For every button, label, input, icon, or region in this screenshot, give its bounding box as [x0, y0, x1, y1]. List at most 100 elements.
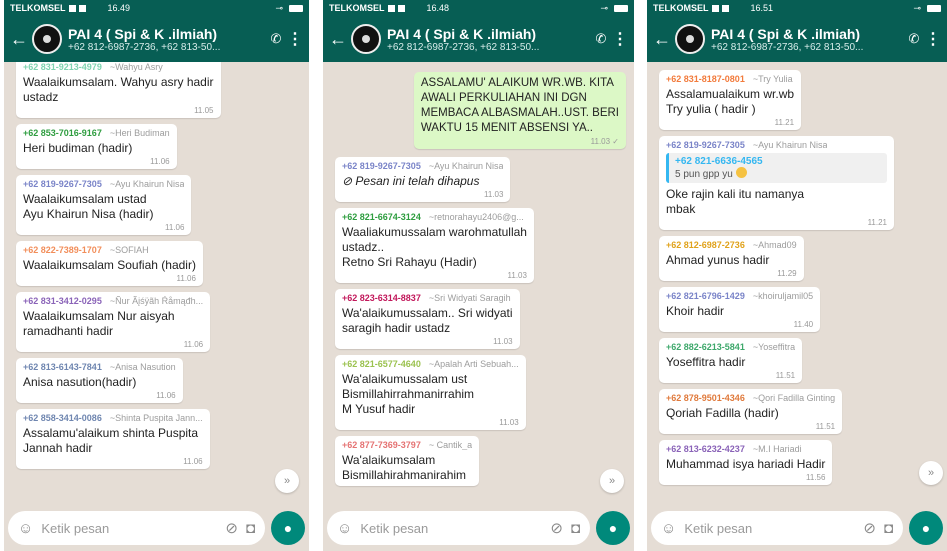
- mic-button[interactable]: ●: [271, 511, 305, 545]
- group-avatar[interactable]: [32, 24, 62, 54]
- more-options-icon[interactable]: ⋮: [925, 29, 941, 49]
- message-bubble[interactable]: +62 878-9501-4346 ~Qori Fadilla Ginting Q…: [659, 389, 843, 434]
- message-list[interactable]: +62 831-9213-4979 ~Wahyu Asry Waalaikumsa…: [4, 62, 309, 505]
- scroll-down-button[interactable]: »: [919, 461, 943, 485]
- clock: 16.48: [426, 3, 450, 13]
- message-text: Waalaikumsalam Soufiah (hadir): [23, 258, 196, 272]
- message-text: Assalamu'alaikum shinta Puspita Jannah h…: [23, 426, 199, 455]
- group-info[interactable]: PAI 4 ( Spi & K .ilmiah) +62 812-6987-27…: [68, 26, 265, 53]
- quoted-sender: +62 821-6636-4565: [675, 156, 763, 167]
- group-info[interactable]: PAI 4 ( Spi & K .ilmiah) +62 812-6987-27…: [387, 26, 590, 53]
- message-time: 11.51: [815, 422, 836, 431]
- add-call-icon[interactable]: ✆: [903, 31, 925, 47]
- emoji-icon[interactable]: ☺: [337, 520, 352, 537]
- message-time: 11.05: [194, 106, 214, 115]
- mic-button[interactable]: ●: [909, 511, 943, 545]
- message-list[interactable]: ASSALAMU' ALAIKUM WR.WB. KITA AWALI PERK…: [323, 62, 634, 505]
- input-placeholder: Ketik pesan: [41, 520, 110, 536]
- camera-icon[interactable]: ◘: [571, 520, 580, 537]
- sender-number: +62 831-8187-0801: [666, 74, 745, 84]
- more-options-icon[interactable]: ⋮: [287, 29, 303, 49]
- more-options-icon[interactable]: ⋮: [612, 29, 628, 49]
- add-call-icon[interactable]: ✆: [265, 31, 287, 47]
- message-bubble[interactable]: +62 812-6987-2736 ~Ahmad09 Ahmad yunus ha…: [659, 236, 804, 281]
- message-bubble[interactable]: +62 853-7016-9167 ~Heri Budiman Heri budi…: [16, 124, 177, 169]
- sender-name: ~Wahyu Asry: [109, 62, 163, 72]
- emoji-icon[interactable]: ☺: [18, 520, 33, 537]
- message-bubble[interactable]: +62 819-9267-7305 ~Ayu Khairun Nisa Waala…: [16, 175, 192, 235]
- message-bubble[interactable]: +62 831-3412-0295 ~Ñur Ãįśÿãh Ŕåmąđh... W…: [16, 292, 211, 352]
- sender-number: +62 831-3412-0295: [23, 296, 102, 306]
- input-placeholder: Ketik pesan: [684, 520, 753, 536]
- message-bubble[interactable]: +62 877-7369-3797 ~ Cantik_a Wa'alaikumsa…: [335, 436, 480, 486]
- attach-icon[interactable]: ⊘: [550, 519, 563, 537]
- message-bubble[interactable]: +62 822-7389-1707 ~SOFIAH Waalaikumsalam …: [16, 241, 203, 286]
- sender-name: ~SOFIAH: [109, 245, 149, 255]
- message-time: 11.03: [484, 190, 504, 199]
- message-text: Qoriah Fadilla (hadir): [666, 406, 779, 420]
- group-avatar[interactable]: [675, 24, 705, 54]
- scroll-down-button[interactable]: »: [275, 469, 299, 493]
- message-bubble[interactable]: +62 821-6577-4640 ~Apalah Arti Sebuah... …: [335, 355, 526, 430]
- message-text: Yoseffitra hadir: [666, 355, 746, 369]
- message-bubble[interactable]: +62 813-6143-7841 ~Anisa Nasution Anisa n…: [16, 358, 183, 403]
- camera-icon[interactable]: ◘: [884, 520, 893, 537]
- message-bubble[interactable]: +62 821-6674-3124 ~retnorahayu2406@g... W…: [335, 208, 534, 283]
- message-time: 11.06: [156, 391, 176, 400]
- sender-name: ~Heri Budiman: [109, 128, 170, 138]
- notification-icon: [387, 4, 395, 12]
- message-input[interactable]: ☺ Ketik pesan ⊘ ◘: [8, 511, 265, 545]
- message-bubble[interactable]: +62 819-9267-7305 ~Ayu Khairun Nisa ⊘ Pes…: [335, 157, 511, 202]
- chat-header: ← PAI 4 ( Spi & K .ilmiah) +62 812-6987-…: [647, 16, 947, 62]
- scroll-down-button[interactable]: »: [600, 469, 624, 493]
- back-arrow-icon[interactable]: ←: [329, 29, 349, 50]
- camera-icon[interactable]: ◘: [246, 520, 255, 537]
- sender-number: +62 819-9267-7305: [342, 161, 421, 171]
- notification-icon: [711, 4, 719, 12]
- group-info[interactable]: PAI 4 ( Spi & K .ilmiah) +62 812-6987-27…: [711, 26, 903, 53]
- message-bubble[interactable]: +62 831-8187-0801 ~Try Yulia Assalamualai…: [659, 70, 802, 130]
- message-time: 11.21: [867, 218, 887, 227]
- message-bubble[interactable]: +62 882-6213-5841 ~Yoseffitra Yoseffitra …: [659, 338, 803, 383]
- add-call-icon[interactable]: ✆: [590, 31, 612, 47]
- message-bubble[interactable]: +62 831-9213-4979 ~Wahyu Asry Waalaikumsa…: [16, 62, 221, 118]
- carrier-label: TELKOMSEL: [329, 3, 385, 13]
- message-text: Oke rajin kali itu namanya mbak: [666, 187, 805, 216]
- message-bubble[interactable]: +62 819-9267-7305 ~Ayu Khairun Nisa +62 8…: [659, 136, 894, 230]
- mic-button[interactable]: ●: [596, 511, 630, 545]
- group-avatar[interactable]: [351, 24, 381, 54]
- sender-name: ~Try Yulia: [752, 74, 793, 84]
- message-bubble[interactable]: +62 858-3414-0086 ~Shinta Puspita Jann...…: [16, 409, 210, 469]
- sender-number: +62 821-6577-4640: [342, 359, 421, 369]
- back-arrow-icon[interactable]: ←: [10, 29, 30, 50]
- message-bubble[interactable]: +62 813-6232-4237 ~M.I Hariadi Muhammad i…: [659, 440, 833, 485]
- sender-name: ~Yoseffitra: [752, 342, 796, 352]
- message-text: Ahmad yunus hadir: [666, 253, 770, 267]
- chat-screenshot-2: TELKOMSEL 16.48 ⊸ ← PAI 4 ( Spi & K .ilm…: [323, 0, 634, 551]
- battery-icon: [614, 4, 628, 12]
- emoji-icon[interactable]: ☺: [661, 520, 676, 537]
- chat-header: ← PAI 4 ( Spi & K .ilmiah) +62 812-6987-…: [323, 16, 634, 62]
- attach-icon[interactable]: ⊘: [225, 519, 238, 537]
- message-bubble[interactable]: +62 821-6796-1429 ~khoiruljamil05 Khoir h…: [659, 287, 821, 332]
- composer: ☺ Ketik pesan ⊘ ◘ ●: [651, 509, 943, 547]
- sender-name: ~ Cantik_a: [428, 440, 473, 450]
- sender-number: +62 878-9501-4346: [666, 393, 745, 403]
- message-input[interactable]: ☺ Ketik pesan ⊘ ◘: [327, 511, 590, 545]
- status-bar: TELKOMSEL 16.49 ⊸: [4, 0, 309, 16]
- attach-icon[interactable]: ⊘: [863, 519, 876, 537]
- message-text: Wa'alaikumussalam ust Bismillahirrahmani…: [342, 372, 475, 416]
- key-icon: ⊸: [275, 2, 283, 13]
- back-arrow-icon[interactable]: ←: [653, 29, 673, 50]
- group-members: +62 812-6987-2736, +62 813-50...: [68, 41, 221, 53]
- message-list[interactable]: +62 831-8187-0801 ~Try Yulia Assalamualai…: [647, 62, 947, 505]
- message-time: 11.56: [805, 473, 826, 482]
- sender-name: ~Shinta Puspita Jann...: [109, 413, 203, 423]
- sender-number: +62 831-9213-4979: [23, 62, 102, 72]
- message-input[interactable]: ☺ Ketik pesan ⊘ ◘: [651, 511, 903, 545]
- message-bubble[interactable]: +62 823-6314-8837 ~Sri Widyati Saragih Wa…: [335, 289, 520, 349]
- sender-name: ~retnorahayu2406@g...: [428, 212, 524, 222]
- quoted-message[interactable]: +62 821-6636-4565 5 pun gpp yu: [666, 153, 887, 183]
- message-time: 11.03: [507, 271, 527, 280]
- outgoing-message-bubble[interactable]: ASSALAMU' ALAIKUM WR.WB. KITA AWALI PERK…: [413, 72, 626, 149]
